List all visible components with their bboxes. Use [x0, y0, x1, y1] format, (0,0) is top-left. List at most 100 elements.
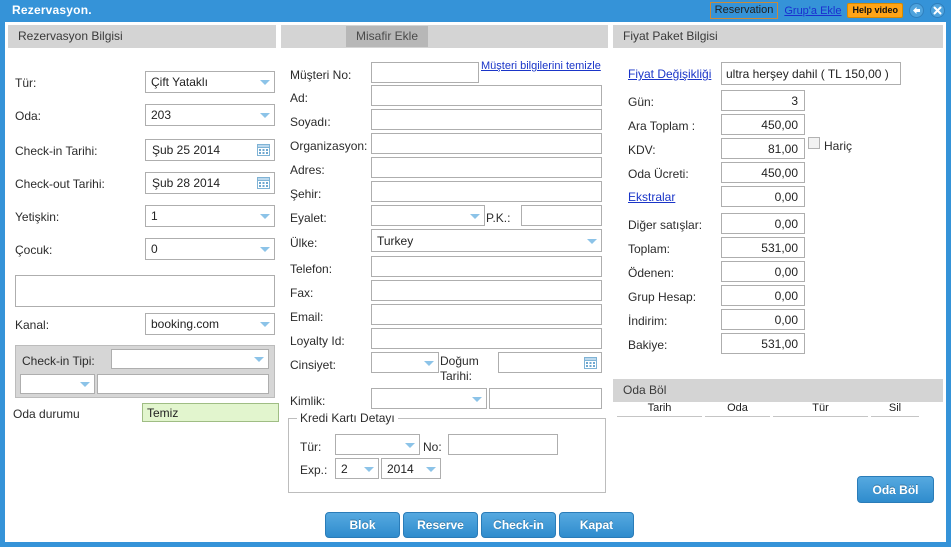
group-account-value: 0,00: [774, 288, 798, 303]
chevron-down-icon: [80, 382, 90, 387]
total-value: 531,00: [761, 240, 798, 255]
balance-value: 531,00: [761, 336, 798, 351]
last-name-input[interactable]: [371, 109, 602, 130]
other-sales-value: 0,00: [774, 216, 798, 231]
room-charge-value: 450,00: [761, 165, 798, 180]
room-status-field: Temiz: [142, 403, 279, 422]
card-type-combo[interactable]: [335, 434, 420, 455]
email-input[interactable]: [371, 304, 602, 325]
chevron-down-icon: [364, 466, 374, 472]
chevron-down-icon: [260, 247, 270, 252]
tur-combo[interactable]: Çift Yataklı: [145, 71, 275, 93]
adults-combo[interactable]: 1: [145, 205, 275, 227]
room-charge-field[interactable]: 450,00: [721, 162, 805, 183]
label-room-charge: Oda Ücreti:: [628, 167, 689, 181]
customer-no-input[interactable]: [371, 62, 479, 83]
other-sales-field[interactable]: 0,00: [721, 213, 805, 234]
chevron-down-icon: [424, 360, 434, 366]
vat-value: 81,00: [767, 141, 798, 156]
chevron-down-icon: [472, 396, 482, 402]
checkin-type-combo[interactable]: [111, 349, 269, 369]
left-panel-header: Rezervasyon Bilgisi: [8, 25, 276, 48]
phone-input[interactable]: [371, 256, 602, 277]
card-no-input[interactable]: [448, 434, 558, 455]
chevron-down-icon: [405, 442, 415, 448]
label-fax: Fax:: [290, 286, 314, 300]
chevron-down-icon: [254, 357, 264, 362]
card-exp-month-combo[interactable]: 2: [335, 458, 379, 479]
identity-type-combo[interactable]: [371, 388, 487, 409]
oda-combo-value: 203: [151, 108, 172, 122]
oda-combo[interactable]: 203: [145, 104, 275, 126]
checkin-button[interactable]: Check-in: [481, 512, 556, 538]
calendar-icon[interactable]: [584, 356, 597, 369]
organization-input[interactable]: [371, 133, 602, 154]
kanal-combo[interactable]: booking.com: [145, 313, 275, 335]
calendar-icon[interactable]: [257, 177, 270, 189]
loyalty-id-input[interactable]: [371, 328, 602, 349]
label-children: Çocuk:: [15, 243, 53, 257]
chevron-down-icon: [470, 213, 480, 219]
address-input[interactable]: [371, 157, 602, 178]
tab-misafir-ekle[interactable]: Misafir Ekle: [346, 26, 429, 47]
package-value: ultra herşey dahil ( TL 150,00 ): [726, 66, 889, 81]
city-input[interactable]: [371, 181, 602, 202]
window-title: Rezervasyon.: [12, 3, 92, 17]
label-balance: Bakiye:: [628, 338, 668, 352]
vat-excluded-checkbox[interactable]: [808, 137, 820, 149]
children-combo[interactable]: 0: [145, 238, 275, 260]
gender-combo[interactable]: [371, 352, 439, 373]
extras-field[interactable]: 0,00: [721, 186, 805, 207]
identity-no-input[interactable]: [489, 388, 602, 409]
balance-field[interactable]: 531,00: [721, 333, 805, 354]
subtotal-field[interactable]: 450,00: [721, 114, 805, 135]
reserve-button[interactable]: Reserve: [403, 512, 478, 538]
state-combo[interactable]: [371, 205, 485, 226]
label-paid: Ödenen:: [628, 266, 675, 280]
children-combo-value: 0: [151, 242, 158, 256]
add-to-group-link[interactable]: Grup'a Ekle: [784, 5, 841, 17]
label-loyalty-id: Loyalty Id:: [290, 334, 345, 348]
package-field[interactable]: ultra herşey dahil ( TL 150,00 ): [721, 62, 901, 85]
total-field[interactable]: 531,00: [721, 237, 805, 258]
close-icon[interactable]: [930, 3, 945, 18]
kapat-button[interactable]: Kapat: [559, 512, 634, 538]
country-value: Turkey: [377, 233, 414, 248]
extras-link[interactable]: Ekstralar: [628, 190, 675, 204]
help-video-button[interactable]: Help video: [847, 3, 903, 18]
label-room-status: Oda durumu: [13, 407, 80, 421]
nights-field[interactable]: 3: [721, 90, 805, 111]
split-col-sil: Sil: [871, 402, 919, 417]
card-exp-year-combo[interactable]: 2014: [381, 458, 441, 479]
card-exp-month-value: 2: [341, 461, 348, 476]
split-room-button[interactable]: Oda Böl: [857, 476, 934, 503]
middle-panel-header: [281, 25, 608, 48]
group-account-field[interactable]: 0,00: [721, 285, 805, 306]
discount-value: 0,00: [774, 312, 798, 327]
checkout-date-field[interactable]: Şub 28 2014: [145, 172, 275, 194]
country-combo[interactable]: Turkey: [371, 229, 602, 252]
price-change-link[interactable]: Fiyat Değişikliği: [628, 67, 711, 81]
first-name-input[interactable]: [371, 85, 602, 106]
notes-textarea[interactable]: [15, 275, 275, 307]
checkin-subtype-combo[interactable]: [20, 374, 95, 394]
blok-button[interactable]: Blok: [325, 512, 400, 538]
birthdate-field[interactable]: [498, 352, 602, 373]
calendar-icon[interactable]: [257, 144, 270, 156]
fax-input[interactable]: [371, 280, 602, 301]
postcode-input[interactable]: [521, 205, 602, 226]
clear-customer-link[interactable]: Müşteri bilgilerini temizle: [481, 60, 601, 72]
label-last-name: Soyadı:: [290, 115, 331, 129]
label-customer-no: Müşteri No:: [290, 68, 352, 82]
checkin-date-value: Şub 25 2014: [152, 143, 221, 157]
vat-field[interactable]: 81,00: [721, 138, 805, 159]
checkin-subtype-text[interactable]: [97, 374, 269, 394]
refresh-icon[interactable]: [909, 3, 924, 18]
titlebar-actions: Reservation Grup'a Ekle Help video: [709, 2, 945, 19]
label-other-sales: Diğer satışlar:: [628, 218, 703, 232]
discount-field[interactable]: 0,00: [721, 309, 805, 330]
checkin-date-field[interactable]: Şub 25 2014: [145, 139, 275, 161]
paid-field[interactable]: 0,00: [721, 261, 805, 282]
reservation-badge: Reservation: [709, 2, 779, 19]
label-city: Şehir:: [290, 187, 322, 201]
